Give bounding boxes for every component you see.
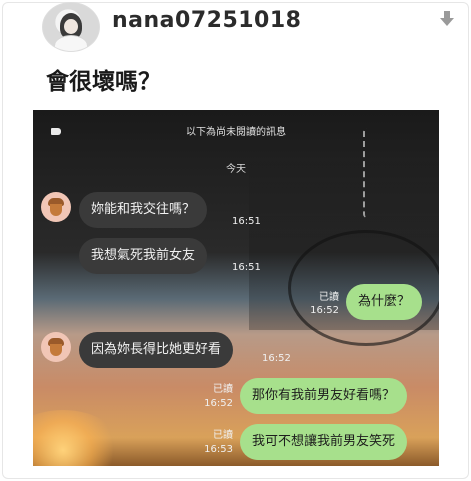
message-bubble-incoming[interactable]: 我想氣死我前女友 xyxy=(79,238,208,274)
message-bubble-outgoing[interactable]: 我可不想讓我前男友笑死 xyxy=(240,424,408,460)
message-bubble-incoming[interactable]: 因為妳長得比她更好看 xyxy=(79,332,234,368)
message-time: 16:53 xyxy=(204,444,233,455)
message-bubble-incoming[interactable]: 妳能和我交往嗎？ xyxy=(79,192,208,228)
acorn-avatar-icon[interactable] xyxy=(41,332,71,362)
read-receipt: 已讀 xyxy=(213,384,233,395)
message-time: 16:51 xyxy=(232,216,261,227)
post-title: 會很壞嗎？ xyxy=(46,69,161,95)
read-receipt: 已讀 xyxy=(213,430,233,441)
download-arrow-icon[interactable] xyxy=(439,10,455,28)
read-receipt: 已讀 xyxy=(319,292,339,303)
message-bubble-outgoing[interactable]: 為什麼？ xyxy=(346,284,423,320)
message-time: 16:52 xyxy=(204,398,233,409)
message-time: 16:52 xyxy=(310,305,339,316)
message-bubble-outgoing[interactable]: 那你有我前男友好看嗎？ xyxy=(240,378,408,414)
user-avatar[interactable] xyxy=(42,2,100,52)
unread-divider-label: 以下為尚未閱讀的訊息 xyxy=(186,127,286,138)
acorn-avatar-icon[interactable] xyxy=(41,192,71,222)
message-time: 16:51 xyxy=(232,262,261,273)
background-sunset xyxy=(33,410,123,466)
chat-screenshot: 以下為尚未閱讀的訊息 今天 妳能和我交往嗎？ 16:51 我想氣死我前女友 16… xyxy=(33,110,439,466)
username[interactable]: nana07251018 xyxy=(112,8,301,33)
date-divider-label: 今天 xyxy=(226,164,246,175)
message-time: 16:52 xyxy=(262,353,291,364)
